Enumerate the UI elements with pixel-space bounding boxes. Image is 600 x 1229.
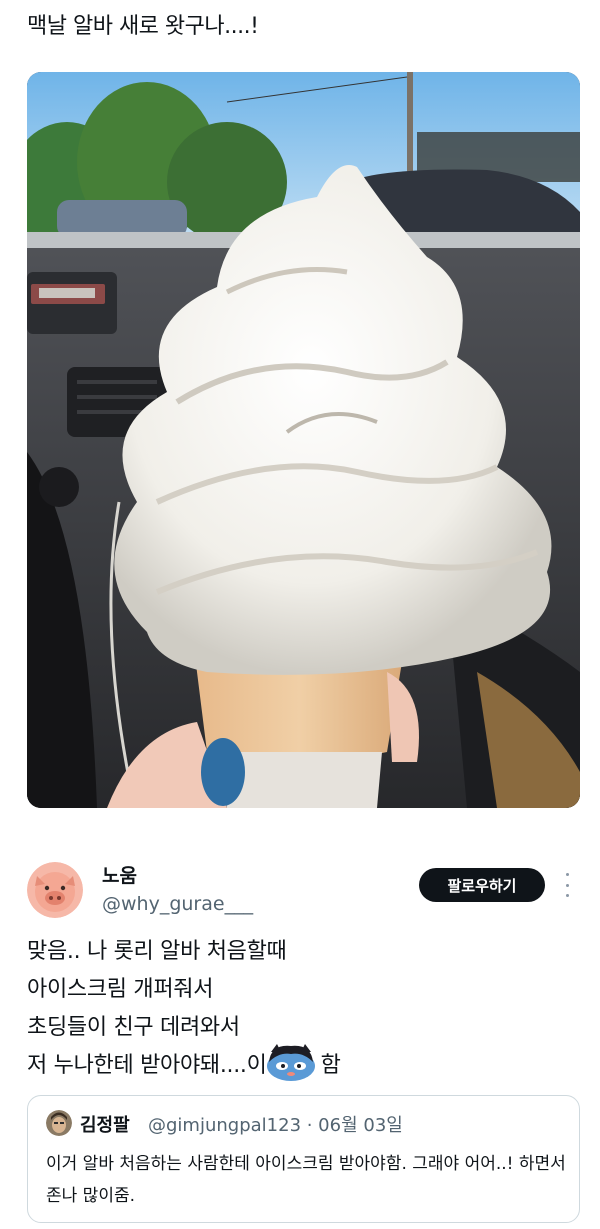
reply-display-name[interactable]: 노움 [102, 861, 137, 888]
reply-last-line: 저 누나한테 받아야돼....이 함 [27, 1044, 341, 1085]
reply-last-line-suffix: 함 [320, 1053, 341, 1078]
reply-handle[interactable]: @why_gurae___ [102, 893, 253, 915]
follow-button[interactable]: 팔로우하기 [419, 868, 545, 902]
quote-text: 이거 알바 처음하는 사람한테 아이스크림 받아야함. 그래야 어어..! 하면… [46, 1154, 566, 1206]
quoted-post[interactable]: 김정팔 @gimjungpal123 · 06월 03일 이거 알바 처음하는 … [27, 1095, 580, 1223]
reply-last-line-prefix: 저 누나한테 받아야돼....이 [27, 1053, 267, 1078]
ice-cream-photo[interactable] [27, 72, 580, 808]
more-vertical-icon[interactable] [560, 873, 574, 897]
cat-emoji-icon [263, 1042, 319, 1082]
quote-display-name[interactable]: 김정팔 [80, 1111, 130, 1137]
quote-meta: @gimjungpal123 · 06월 03일 [148, 1115, 403, 1136]
quote-avatar[interactable] [46, 1110, 72, 1136]
reply-line: 아이스크림 개퍼줘서 [27, 977, 214, 1002]
post-text: 맥날 알바 새로 왓구나....! [27, 14, 259, 39]
reply-text: 맞음.. 나 롯리 알바 처음할때 아이스크림 개퍼줘서 초딩들이 친구 데려와… [27, 933, 341, 1085]
reply-avatar[interactable] [27, 862, 83, 918]
reply-line: 맞음.. 나 롯리 알바 처음할때 [27, 939, 287, 964]
